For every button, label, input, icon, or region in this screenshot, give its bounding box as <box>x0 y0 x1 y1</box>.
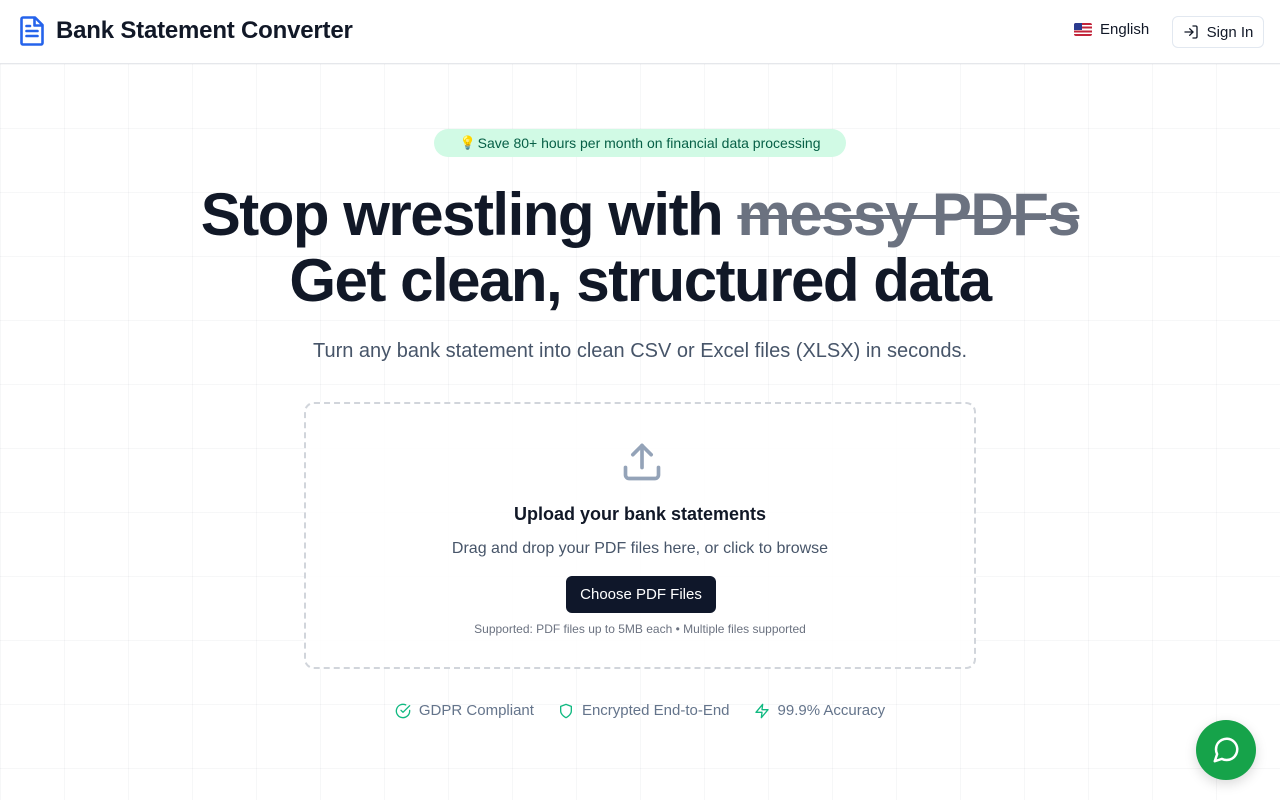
headline-prefix: Stop wrestling with <box>200 181 724 248</box>
shield-icon <box>559 703 572 718</box>
trust-badges: GDPR Compliant Encrypted End-to-End 99.9… <box>0 702 1280 719</box>
lightbulb-icon: 💡 <box>459 135 476 150</box>
chat-widget-button[interactable] <box>1196 720 1256 780</box>
headline-line-1: Stop wrestling with messy PDFs <box>0 180 1280 250</box>
top-header: Bank Statement Converter English Sign In <box>0 0 1280 64</box>
badge-accuracy: 99.9% Accuracy <box>754 702 886 719</box>
badge-gdpr-label: GDPR Compliant <box>418 702 534 719</box>
brand[interactable]: Bank Statement Converter <box>20 16 353 46</box>
badge-gdpr: GDPR Compliant <box>395 702 534 719</box>
badge-encrypted: Encrypted End-to-End <box>558 702 730 719</box>
sign-in-icon <box>1183 25 1198 39</box>
sign-in-label: Sign In <box>1206 23 1254 41</box>
upload-icon <box>623 443 661 481</box>
check-circle-icon <box>395 703 411 718</box>
hero-subtitle: Turn any bank statement into clean CSV o… <box>312 340 967 362</box>
choose-pdf-files-button[interactable]: Choose PDF Files <box>566 576 716 613</box>
supported-files-note: Supported: PDF files up to 5MB each • Mu… <box>474 622 806 636</box>
language-label: English <box>1100 21 1150 38</box>
upload-description: Drag and drop your PDF files here, or cl… <box>451 540 829 557</box>
sign-in-button[interactable]: Sign In <box>1172 16 1264 48</box>
headline-strikethrough: messy PDFs <box>737 181 1080 248</box>
upload-dropzone[interactable]: Upload your bank statements Drag and dro… <box>304 402 976 669</box>
badge-accuracy-label: 99.9% Accuracy <box>777 702 886 719</box>
document-icon <box>20 16 44 46</box>
app-title: Bank Statement Converter <box>56 17 353 44</box>
headline-line-2: Get clean, structured data <box>289 247 992 314</box>
savings-badge: 💡 Save 80+ hours per month on financial … <box>434 129 846 157</box>
lightning-icon <box>754 703 769 718</box>
chat-bubble-icon <box>1213 737 1239 763</box>
language-selector[interactable]: English <box>1074 21 1149 38</box>
badge-encrypted-label: Encrypted End-to-End <box>581 702 730 719</box>
us-flag-icon <box>1074 23 1092 36</box>
savings-text: Save 80+ hours per month on financial da… <box>477 135 821 151</box>
upload-title: Upload your bank statements <box>513 504 767 524</box>
